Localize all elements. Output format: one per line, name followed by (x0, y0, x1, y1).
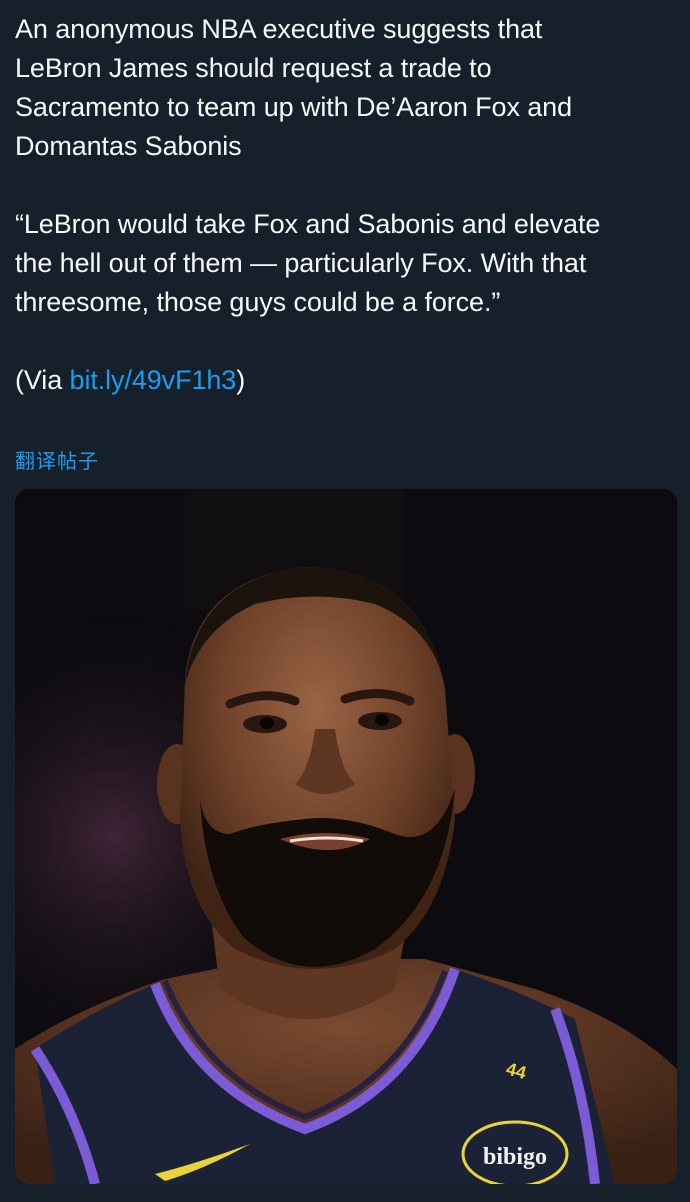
bottom-divider (0, 1190, 690, 1202)
headline-line: Sacramento to team up with De’Aaron Fox … (15, 92, 572, 122)
quote-paragraph: “LeBron would take Fox and Sabonis and e… (15, 205, 675, 322)
translate-post-link[interactable]: 翻译帖子 (15, 445, 99, 474)
headline-paragraph: An anonymous NBA executive suggests that… (15, 10, 675, 166)
via-suffix: ) (236, 365, 246, 395)
headline-line: An anonymous NBA executive suggests that (15, 14, 543, 44)
quote-line: “LeBron would take Fox and Sabonis and e… (15, 209, 601, 239)
headline-line: LeBron James should request a trade to (15, 53, 492, 83)
quote-line: the hell out of them — particularly Fox.… (15, 248, 587, 278)
via-prefix: (Via (15, 365, 70, 395)
quote-line: threesome, those guys could be a force.” (15, 287, 501, 317)
post-text: An anonymous NBA executive suggests that… (15, 10, 675, 400)
via-paragraph: (Via bit.ly/49vF1h3) (15, 361, 675, 400)
post-image[interactable]: 44 bibigo (15, 489, 677, 1184)
post: An anonymous NBA executive suggests that… (0, 0, 690, 1202)
source-link[interactable]: bit.ly/49vF1h3 (70, 365, 237, 395)
headline-line: Domantas Sabonis (15, 131, 242, 161)
player-photo: 44 bibigo (15, 489, 677, 1184)
sponsor-patch: bibigo (483, 1144, 547, 1170)
